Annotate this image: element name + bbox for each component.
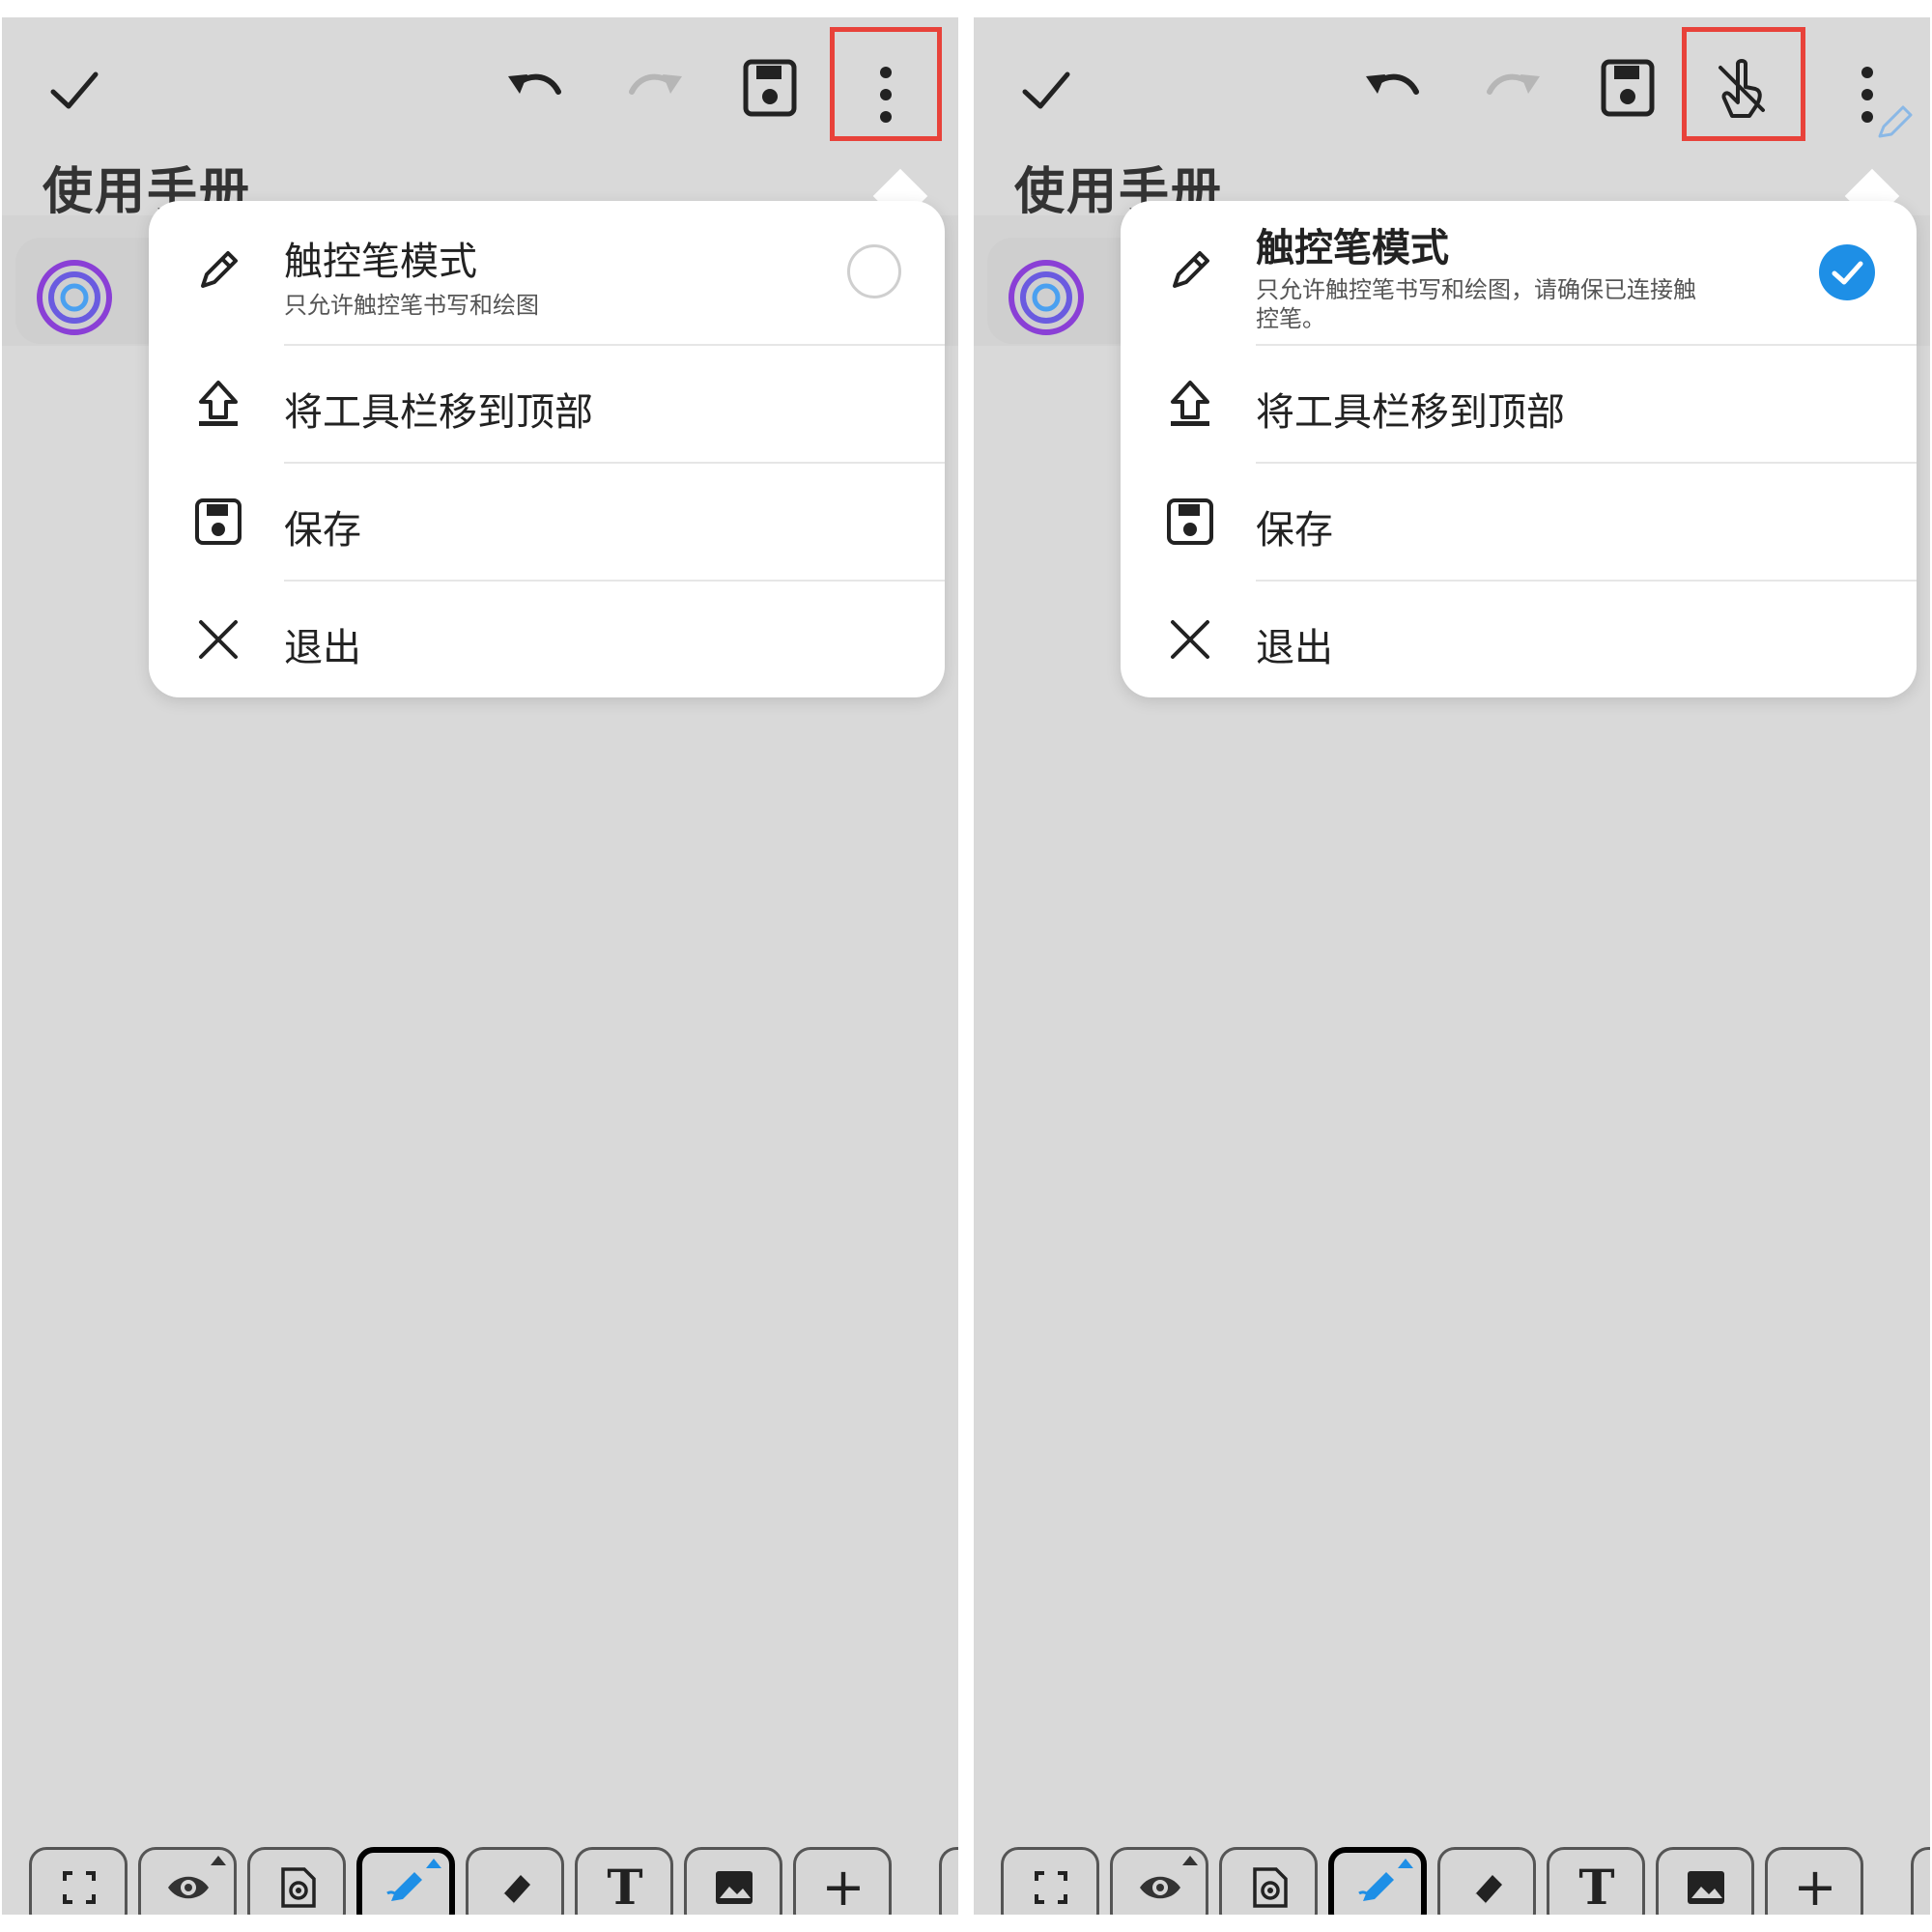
stylus-mode-toggle[interactable] xyxy=(1819,244,1875,300)
stylus-mode-subtitle: 只允许触控笔书写和绘图 xyxy=(284,292,539,319)
image-icon xyxy=(712,1865,756,1910)
app-logo-icon xyxy=(1008,259,1085,336)
tool-text[interactable]: T xyxy=(575,1847,673,1915)
screen-right: 使用手册 触控笔模式 只允许触控笔书写和绘图，请确保已连接触 控笔。 将工具栏移… xyxy=(974,17,1930,1915)
add-icon: + xyxy=(821,1857,866,1915)
redo-icon[interactable] xyxy=(620,61,688,119)
text-icon: T xyxy=(607,1859,643,1915)
save-icon xyxy=(193,497,243,547)
overflow-menu: 触控笔模式 只允许触控笔书写和绘图，请确保已连接触 控笔。 将工具栏移到顶部 保… xyxy=(1121,201,1917,697)
eraser-icon xyxy=(494,1865,538,1910)
tool-image[interactable] xyxy=(684,1847,782,1915)
text-icon: T xyxy=(1578,1859,1615,1915)
undo-icon[interactable] xyxy=(502,61,570,119)
tool-pen[interactable] xyxy=(1328,1847,1427,1915)
tool-eraser[interactable] xyxy=(466,1847,564,1915)
bottom-toolbar: T + xyxy=(2,1826,958,1915)
menu-item-save[interactable]: 保存 xyxy=(1121,464,1917,580)
page-settings-icon xyxy=(275,1865,320,1910)
exit-label: 退出 xyxy=(1256,626,1333,670)
menu-item-exit[interactable]: 退出 xyxy=(149,582,945,697)
upload-icon xyxy=(1165,379,1215,429)
stylus-mode-toggle[interactable] xyxy=(847,244,901,298)
stylus-indicator-icon xyxy=(1872,99,1917,144)
tool-view[interactable] xyxy=(1110,1847,1208,1915)
menu-item-exit[interactable]: 退出 xyxy=(1121,582,1917,697)
pen-icon xyxy=(1355,1864,1400,1909)
tool-eraser[interactable] xyxy=(1437,1847,1536,1915)
tool-pen[interactable] xyxy=(356,1847,455,1915)
tool-page-settings[interactable] xyxy=(1219,1847,1318,1915)
redo-icon[interactable] xyxy=(1478,61,1546,119)
move-toolbar-label: 将工具栏移到顶部 xyxy=(284,390,593,435)
more-button-highlight xyxy=(830,27,942,141)
save-icon[interactable] xyxy=(741,56,799,120)
save-icon xyxy=(1165,497,1215,547)
eraser-icon xyxy=(1465,1865,1510,1910)
tool-image[interactable] xyxy=(1656,1847,1754,1915)
add-icon: + xyxy=(1793,1857,1837,1915)
tool-more[interactable] xyxy=(1911,1847,1930,1915)
menu-item-stylus-mode[interactable]: 触控笔模式 只允许触控笔书写和绘图，请确保已连接触 控笔。 xyxy=(1121,201,1917,344)
move-toolbar-label: 将工具栏移到顶部 xyxy=(1256,390,1565,435)
menu-item-save[interactable]: 保存 xyxy=(149,464,945,580)
eye-icon xyxy=(166,1865,211,1910)
tool-add[interactable]: + xyxy=(1765,1847,1863,1915)
save-icon[interactable] xyxy=(1599,56,1657,120)
undo-icon[interactable] xyxy=(1360,61,1428,119)
image-icon xyxy=(1684,1865,1728,1910)
stylus-mode-label: 触控笔模式 xyxy=(1256,226,1449,270)
check-icon[interactable] xyxy=(45,61,103,119)
bottom-toolbar: T + xyxy=(974,1826,1930,1915)
menu-item-stylus-mode[interactable]: 触控笔模式 只允许触控笔书写和绘图 xyxy=(149,201,945,344)
menu-item-move-toolbar[interactable]: 将工具栏移到顶部 xyxy=(149,346,945,462)
save-label: 保存 xyxy=(1256,508,1333,553)
fullscreen-icon xyxy=(57,1865,101,1910)
check-icon[interactable] xyxy=(1017,61,1075,119)
tool-view[interactable] xyxy=(138,1847,237,1915)
tool-more[interactable] xyxy=(939,1847,958,1915)
screen-left: 使用手册 触控笔模式 只允许触控笔书写和绘图 将工具栏移到顶部 保存 退出 T … xyxy=(2,17,958,1915)
tool-fullscreen[interactable] xyxy=(1001,1847,1099,1915)
pen-icon xyxy=(384,1864,428,1909)
tool-text[interactable]: T xyxy=(1547,1847,1645,1915)
stylus-mode-label: 触控笔模式 xyxy=(284,240,477,284)
menu-item-move-toolbar[interactable]: 将工具栏移到顶部 xyxy=(1121,346,1917,462)
close-icon xyxy=(1165,614,1215,665)
pencil-icon xyxy=(1165,245,1215,296)
close-icon xyxy=(193,614,243,665)
pencil-icon xyxy=(193,245,243,296)
save-label: 保存 xyxy=(284,508,361,553)
fullscreen-icon xyxy=(1029,1865,1073,1910)
app-logo-icon xyxy=(36,259,113,336)
tool-page-settings[interactable] xyxy=(247,1847,346,1915)
tool-fullscreen[interactable] xyxy=(29,1847,128,1915)
page-settings-icon xyxy=(1247,1865,1292,1910)
stylus-button-highlight xyxy=(1682,27,1805,141)
exit-label: 退出 xyxy=(284,626,361,670)
eye-icon xyxy=(1138,1865,1182,1910)
upload-icon xyxy=(193,379,243,429)
overflow-menu: 触控笔模式 只允许触控笔书写和绘图 将工具栏移到顶部 保存 退出 xyxy=(149,201,945,697)
tool-add[interactable]: + xyxy=(793,1847,892,1915)
stylus-mode-subtitle-line2: 控笔。 xyxy=(1256,305,1325,332)
